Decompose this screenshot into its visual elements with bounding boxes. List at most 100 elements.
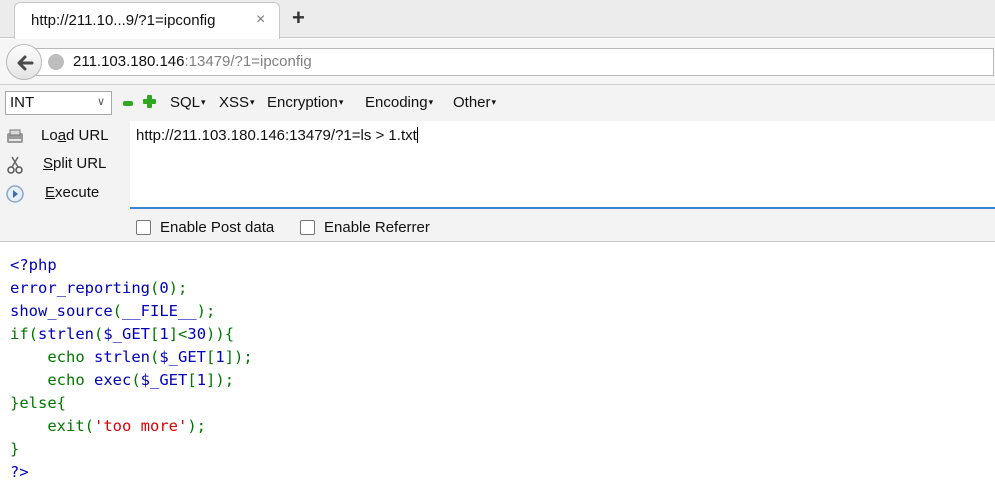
address-path: :13479/?1=ipconfig [184, 53, 312, 70]
back-button[interactable] [6, 44, 42, 80]
menu-other[interactable]: Other▾ [453, 94, 496, 111]
tab-bar: http://211.10...9/?1=ipconfig × + [0, 0, 995, 39]
load-url-label-pre: Lo [41, 127, 58, 144]
code-token: $_GET [103, 325, 151, 343]
new-tab-button[interactable]: + [292, 5, 305, 31]
code-token: }else{ [10, 394, 66, 412]
caret-down-icon: ▾ [250, 97, 255, 107]
enable-referrer-label: Enable Referrer [324, 219, 430, 236]
chevron-down-icon: ∨ [97, 96, 106, 108]
url-textarea-value: http://211.103.180.146:13479/?1=ls > 1.t… [136, 127, 417, 144]
execute-label-accesskey: E [45, 184, 56, 201]
menu-other-label: Other [453, 94, 491, 111]
code-token: ( [94, 325, 104, 343]
code-token: ); [187, 417, 206, 435]
code-token: <?php [10, 256, 57, 274]
code-token: 0 [159, 279, 169, 297]
code-token: ( [150, 348, 160, 366]
address-text: 211.103.180.146:13479/?1=ipconfig [73, 53, 312, 70]
code-token: 1 [159, 325, 169, 343]
source-line: }else{ [10, 392, 253, 415]
code-token: [ [206, 348, 216, 366]
source-line: echo strlen($_GET[1]); [10, 346, 253, 369]
code-token: $_GET [140, 371, 188, 389]
url-textarea-content: http://211.103.180.146:13479/?1=ls > 1.t… [136, 127, 418, 144]
code-token: ]); [224, 348, 253, 366]
source-line: if(strlen($_GET[1]<30)){ [10, 323, 253, 346]
code-token: ( [149, 279, 160, 297]
load-url-icon [7, 129, 23, 143]
hackbar-panel: Load URL Split URL Execute http://211.10… [0, 121, 995, 242]
split-url-label: Split URL [43, 155, 106, 172]
code-token: ( [131, 371, 141, 389]
load-url-label-post: d URL [66, 127, 109, 144]
menu-xss[interactable]: XSS▾ [219, 94, 255, 111]
close-icon[interactable]: × [256, 11, 265, 29]
source-line: show_source(__FILE__); [10, 300, 253, 323]
menu-sql-label: SQL [170, 94, 201, 111]
code-token: echo [10, 348, 94, 366]
caret-down-icon: ▾ [201, 97, 206, 107]
code-token: strlen [38, 325, 94, 343]
navigation-bar: 211.103.180.146:13479/?1=ipconfig [0, 39, 995, 85]
code-token: } [10, 440, 20, 458]
minus-icon[interactable] [123, 101, 133, 106]
source-line: error_reporting(0); [10, 277, 253, 300]
load-url-label: Load URL [41, 127, 109, 144]
source-line: echo exec($_GET[1]); [10, 369, 253, 392]
split-url-label-post: plit URL [53, 155, 107, 172]
address-bar[interactable]: 211.103.180.146:13479/?1=ipconfig [36, 48, 994, 76]
code-token: 1 [196, 371, 207, 389]
code-token: exit( [10, 417, 94, 435]
url-textarea[interactable]: http://211.103.180.146:13479/?1=ls > 1.t… [130, 121, 995, 209]
caret-down-icon: ▾ [428, 97, 434, 107]
menu-encryption-label: Encryption [267, 94, 338, 111]
code-token: ?> [10, 463, 29, 481]
hackbar-toolbar: INT ∨ SQL▾ XSS▾ Encryption▾ Encoding▾ Ot… [0, 85, 995, 121]
checkbox-icon[interactable] [136, 220, 151, 235]
tab-title: http://211.10...9/?1=ipconfig [31, 12, 216, 29]
caret-down-icon: ▾ [491, 97, 497, 107]
execute-button[interactable]: Execute [0, 180, 128, 206]
code-token: error_reporting [10, 279, 150, 297]
split-url-label-accesskey: S [43, 155, 54, 172]
source-line: ?> [10, 461, 253, 484]
code-token: echo [10, 371, 94, 389]
source-line: exit('too more'); [10, 415, 253, 438]
menu-xss-label: XSS [219, 94, 250, 111]
source-line: <?php [10, 254, 253, 277]
browser-tab[interactable]: http://211.10...9/?1=ipconfig × [14, 2, 280, 39]
split-url-icon [7, 156, 23, 174]
globe-icon [48, 54, 64, 70]
code-token: __FILE__ [122, 302, 197, 320]
code-token: 'too more' [94, 417, 188, 435]
code-token: ); [196, 302, 216, 320]
execute-icon [6, 185, 24, 203]
menu-encryption[interactable]: Encryption▾ [267, 94, 343, 111]
code-token: 1 [215, 348, 225, 366]
menu-encoding-label: Encoding [365, 94, 428, 111]
enable-post-label: Enable Post data [160, 219, 275, 236]
source-line: } [10, 438, 253, 461]
load-url-label-accesskey: a [57, 127, 67, 144]
menu-sql[interactable]: SQL▾ [170, 94, 206, 111]
execute-label: Execute [45, 184, 99, 201]
back-arrow-icon [17, 55, 34, 71]
caret-down-icon: ▾ [338, 97, 344, 107]
checkbox-icon[interactable] [300, 220, 315, 235]
code-token: [ [150, 325, 160, 343]
code-token: ( [112, 302, 122, 320]
code-token: exec [94, 371, 132, 389]
code-token: show_source [10, 302, 113, 320]
load-url-button[interactable]: Load URL [0, 123, 128, 149]
split-url-button[interactable]: Split URL [0, 151, 128, 177]
type-select[interactable]: INT ∨ [5, 91, 112, 115]
code-token: ]); [206, 371, 235, 389]
code-token: $_GET [159, 348, 207, 366]
code-token: if( [10, 325, 38, 343]
code-token: ]< [168, 325, 188, 343]
type-select-value: INT [10, 94, 35, 111]
add-icon[interactable] [143, 95, 156, 108]
code-token: 30 [187, 325, 207, 343]
menu-encoding[interactable]: Encoding▾ [365, 94, 433, 111]
